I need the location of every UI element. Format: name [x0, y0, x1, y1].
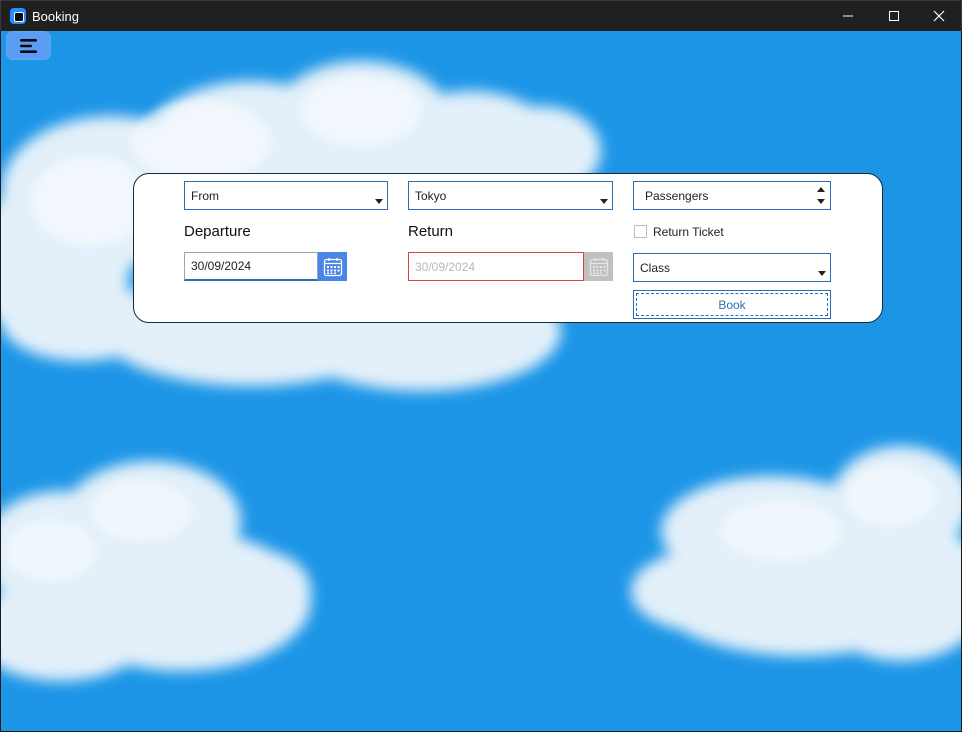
menu-button[interactable] — [7, 32, 50, 59]
departure-calendar-button[interactable] — [318, 252, 347, 281]
calendar-icon — [323, 257, 342, 276]
calendar-icon — [589, 257, 608, 276]
app-icon — [10, 8, 26, 24]
title-bar: Booking — [0, 0, 962, 31]
return-ticket-label: Return Ticket — [653, 225, 724, 239]
return-calendar-button[interactable] — [584, 252, 613, 281]
class-combobox[interactable]: Class — [633, 253, 831, 282]
minimize-icon — [843, 15, 853, 17]
departure-date-value: 30/09/2024 — [191, 259, 252, 273]
minimize-button[interactable] — [825, 1, 871, 31]
return-ticket-checkbox[interactable] — [634, 225, 647, 238]
return-label: Return — [408, 223, 454, 240]
maximize-button[interactable] — [871, 1, 917, 31]
maximize-icon — [889, 11, 899, 21]
to-value: Tokyo — [415, 188, 447, 203]
from-combobox[interactable]: From — [184, 181, 388, 210]
return-date-value: 30/09/2024 — [415, 259, 476, 274]
class-value: Class — [640, 260, 671, 275]
content-area — [1, 31, 961, 731]
window-title: Booking — [32, 9, 79, 24]
departure-label: Departure — [184, 223, 251, 240]
hamburger-menu-icon — [19, 38, 37, 53]
clouds-background — [1, 31, 961, 731]
chevron-down-icon — [818, 271, 826, 276]
book-button-label: Book — [718, 297, 746, 312]
spin-up-icon[interactable] — [817, 187, 825, 192]
from-value: From — [191, 188, 219, 203]
departure-date-input[interactable]: 30/09/2024 — [184, 252, 318, 281]
to-combobox[interactable]: Tokyo — [408, 181, 613, 210]
spin-down-icon[interactable] — [817, 199, 825, 204]
close-button[interactable] — [916, 1, 962, 31]
passengers-spinbox[interactable]: Passengers — [633, 181, 831, 210]
return-date-input[interactable]: 30/09/2024 — [408, 252, 584, 281]
book-button[interactable]: Book — [633, 290, 831, 319]
close-icon — [933, 10, 945, 22]
passengers-value: Passengers — [645, 188, 709, 203]
chevron-down-icon — [375, 199, 383, 204]
chevron-down-icon — [600, 199, 608, 204]
